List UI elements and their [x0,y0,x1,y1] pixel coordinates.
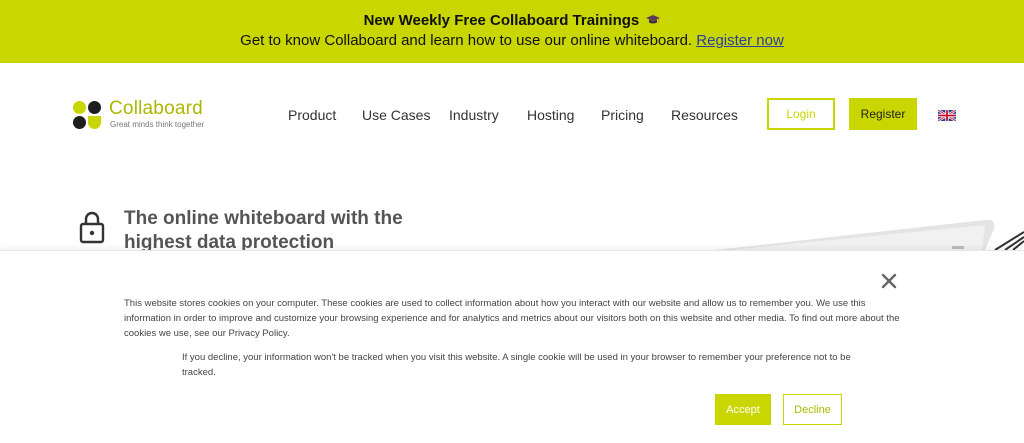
banner-message: Get to know Collaboard and learn how to … [0,31,1024,51]
site-header: Collaboard Great minds think together Pr… [0,63,1024,168]
close-icon[interactable] [881,273,897,289]
nav-resources[interactable]: Resources [671,107,738,123]
cookie-decline-info: If you decline, your information won't b… [182,352,851,378]
logo-mark-icon [73,101,101,129]
decline-cookies-button[interactable]: Decline [783,394,842,425]
logo-wordmark: Collaboard [109,98,203,119]
accept-cookies-button[interactable]: Accept [715,394,771,425]
hero-illustration [715,219,1024,251]
banner-text: Get to know Collaboard and learn how to … [240,32,693,49]
nav-product[interactable]: Product [288,107,336,123]
nav-pricing[interactable]: Pricing [601,107,644,123]
register-button[interactable]: Register [849,98,917,130]
graduation-cap-icon [646,15,661,24]
uk-flag-icon[interactable] [938,110,956,121]
login-button[interactable]: Login [767,98,835,130]
cookie-banner: This website stores cookies on your comp… [0,250,1024,443]
register-now-link[interactable]: Register now [696,32,784,49]
nav-use-cases[interactable]: Use Cases [362,107,430,123]
banner-title: New Weekly Free Collaboard Trainings [0,12,1024,30]
cookie-main-text: This website stores cookies on your comp… [124,298,900,339]
nav-hosting[interactable]: Hosting [527,107,574,123]
promo-banner: New Weekly Free Collaboard Trainings Get… [0,0,1024,63]
banner-title-text: New Weekly Free Collaboard Trainings [363,12,640,29]
logo-tagline: Great minds think together [110,120,205,129]
hero-title: The online whiteboard with the highest d… [124,208,403,253]
nav-industry[interactable]: Industry [449,107,499,123]
collaboard-logo[interactable]: Collaboard Great minds think together [72,98,212,134]
lock-icon [79,211,105,244]
